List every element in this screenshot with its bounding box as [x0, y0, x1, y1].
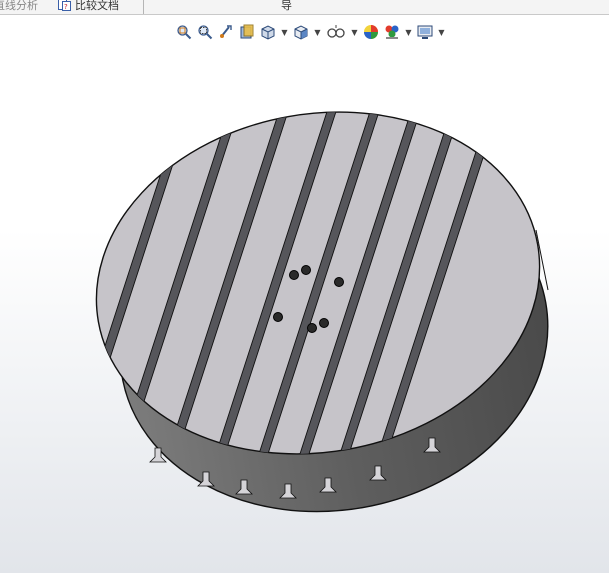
bolt-hole — [334, 277, 344, 287]
bolt-hole — [273, 312, 283, 322]
bolt-hole — [289, 270, 299, 280]
bolt-hole — [301, 265, 311, 275]
bolt-hole — [307, 323, 317, 333]
graphics-viewport[interactable]: 直线分析 ? 比较文档 导 — [0, 0, 609, 573]
bolt-hole — [319, 318, 329, 328]
t-slot-rotary-table-model[interactable] — [0, 0, 609, 573]
